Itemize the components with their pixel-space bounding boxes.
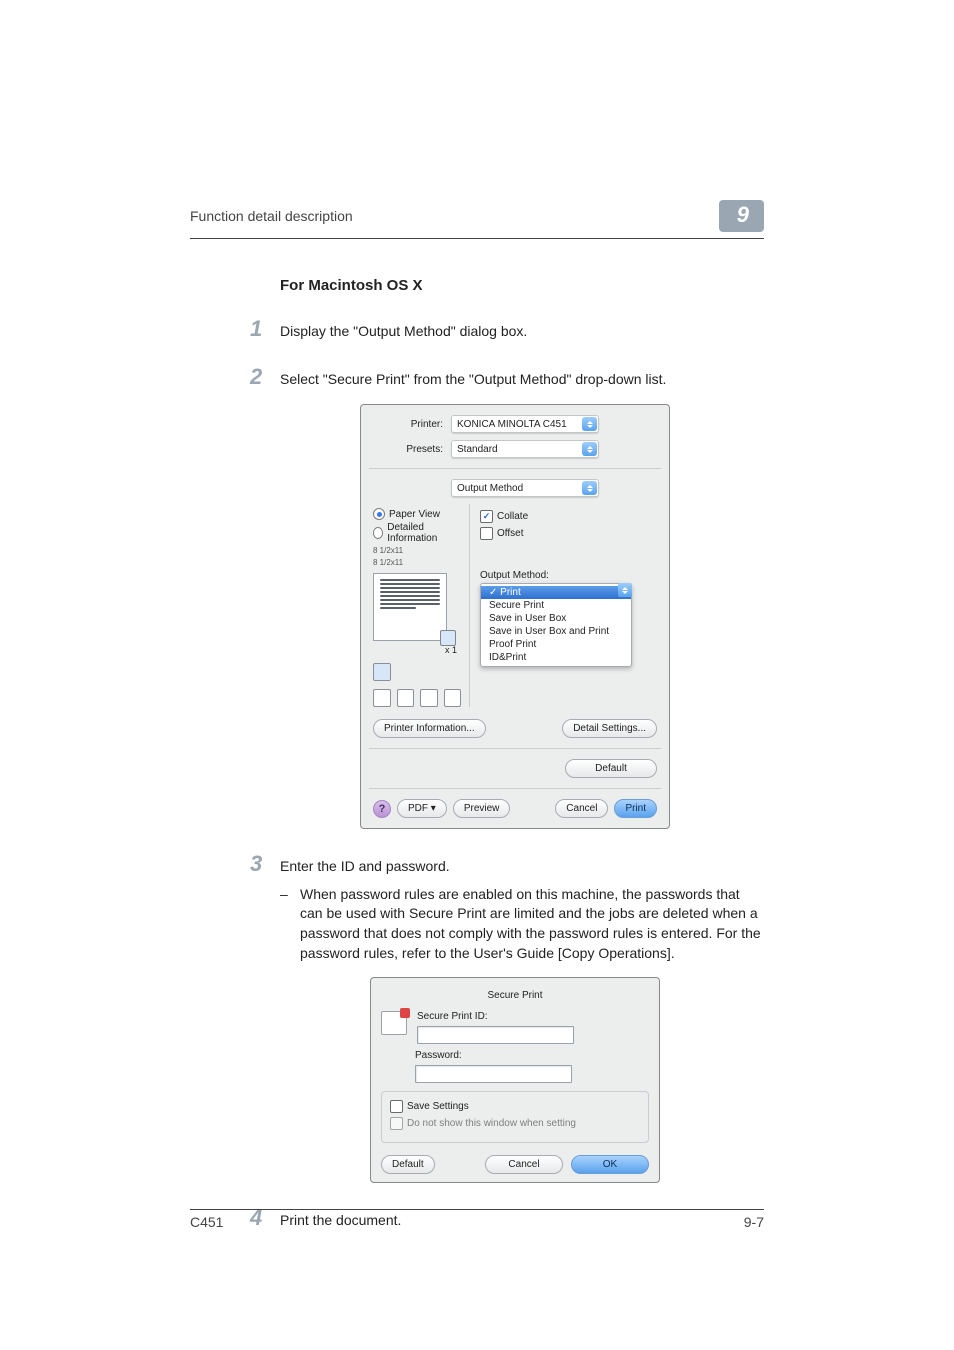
step-text: Select "Secure Print" from the "Output M… bbox=[280, 370, 666, 390]
preview-panel: Paper View Detailed Information 8 1/2x11… bbox=[373, 504, 461, 707]
menu-item-id-and-print[interactable]: ID&Print bbox=[481, 651, 631, 664]
step-number: 2 bbox=[250, 364, 280, 390]
dropdown-stepper-icon bbox=[618, 583, 632, 597]
checkbox-save-settings[interactable]: Save Settings bbox=[390, 1100, 640, 1113]
step-2: 2 Select "Secure Print" from the "Output… bbox=[250, 364, 764, 390]
default-button[interactable]: Default bbox=[381, 1155, 435, 1174]
pane-select[interactable]: Output Method bbox=[451, 479, 599, 497]
menu-item-save-user-box[interactable]: Save in User Box bbox=[481, 612, 631, 625]
feature-icon bbox=[444, 689, 462, 707]
password-label: Password: bbox=[415, 1050, 572, 1061]
radio-dot-icon bbox=[373, 508, 385, 520]
output-method-menu[interactable]: ✓ Print Secure Print Save in User Box Sa… bbox=[480, 583, 632, 667]
footer-page: 9-7 bbox=[744, 1214, 764, 1230]
secure-print-id-label: Secure Print ID: bbox=[417, 1011, 574, 1022]
checkbox-icon: ✓ bbox=[480, 510, 493, 523]
output-method-label: Output Method: bbox=[480, 570, 657, 581]
feature-icon bbox=[420, 689, 438, 707]
feature-icon bbox=[397, 689, 415, 707]
checkbox-collate[interactable]: ✓ Collate bbox=[480, 510, 657, 523]
cancel-button[interactable]: Cancel bbox=[485, 1155, 563, 1174]
printer-information-button[interactable]: Printer Information... bbox=[373, 719, 486, 738]
checkbox-icon bbox=[390, 1117, 403, 1130]
step-number: 3 bbox=[250, 851, 280, 877]
detail-settings-button[interactable]: Detail Settings... bbox=[562, 719, 657, 738]
radio-detailed-info[interactable]: Detailed Information bbox=[373, 522, 461, 544]
checkbox-offset[interactable]: Offset bbox=[480, 527, 657, 540]
radio-label: Detailed Information bbox=[387, 522, 461, 544]
ok-button[interactable]: OK bbox=[571, 1155, 649, 1174]
default-button[interactable]: Default bbox=[565, 759, 657, 778]
secure-print-id-input[interactable] bbox=[417, 1026, 574, 1044]
checkbox-label: Offset bbox=[497, 528, 524, 539]
radio-dot-icon bbox=[373, 527, 383, 539]
presets-label: Presets: bbox=[373, 444, 443, 455]
dropdown-stepper-icon bbox=[582, 417, 597, 431]
feature-icon bbox=[373, 689, 391, 707]
cancel-button[interactable]: Cancel bbox=[555, 799, 608, 818]
print-button[interactable]: Print bbox=[614, 799, 657, 818]
page-preview bbox=[373, 573, 447, 641]
feature-icon bbox=[373, 663, 391, 681]
step-text: Display the "Output Method" dialog box. bbox=[280, 322, 527, 342]
menu-item-save-user-box-and-print[interactable]: Save in User Box and Print bbox=[481, 625, 631, 638]
printer-select[interactable]: KONICA MINOLTA C451 bbox=[451, 415, 599, 433]
paper-dim-2: 8 1/2x11 bbox=[373, 558, 461, 568]
pane-value: Output Method bbox=[457, 483, 582, 494]
bullet-dash: – bbox=[280, 885, 300, 963]
radio-label: Paper View bbox=[389, 509, 440, 520]
checkbox-label: Collate bbox=[497, 511, 528, 522]
checkbox-label: Save Settings bbox=[407, 1101, 469, 1112]
running-section: Function detail description bbox=[190, 208, 353, 224]
step-text: Enter the ID and password. bbox=[280, 857, 764, 877]
step-3: 3 Enter the ID and password. – When pass… bbox=[250, 851, 764, 963]
dropdown-stepper-icon bbox=[582, 442, 597, 456]
menu-item-proof-print[interactable]: Proof Print bbox=[481, 638, 631, 651]
thumbnail-icon bbox=[440, 630, 456, 646]
dialog-output-method: Printer: KONICA MINOLTA C451 Presets: St… bbox=[360, 404, 670, 829]
printer-value: KONICA MINOLTA C451 bbox=[457, 419, 582, 430]
pdf-menu-button[interactable]: PDF ▾ bbox=[397, 799, 447, 818]
dropdown-stepper-icon bbox=[582, 481, 597, 495]
step-subtext: When password rules are enabled on this … bbox=[300, 885, 764, 963]
chapter-number-badge: 9 bbox=[719, 200, 764, 232]
preview-button[interactable]: Preview bbox=[453, 799, 511, 818]
checkbox-label: Do not show this window when setting bbox=[407, 1118, 576, 1129]
section-title: For Macintosh OS X bbox=[280, 277, 764, 294]
presets-value: Standard bbox=[457, 444, 582, 455]
secure-print-icon bbox=[381, 1011, 407, 1035]
help-icon[interactable]: ? bbox=[373, 800, 391, 818]
dialog-title: Secure Print bbox=[381, 984, 649, 1011]
menu-item-print[interactable]: ✓ Print bbox=[481, 586, 631, 599]
copies-x1: x 1 bbox=[373, 645, 461, 655]
menu-item-secure-print[interactable]: Secure Print bbox=[481, 599, 631, 612]
step-1: 1 Display the "Output Method" dialog box… bbox=[250, 316, 764, 342]
password-input[interactable] bbox=[415, 1065, 572, 1083]
presets-select[interactable]: Standard bbox=[451, 440, 599, 458]
printer-label: Printer: bbox=[373, 419, 443, 430]
paper-dim-1: 8 1/2x11 bbox=[373, 546, 461, 556]
radio-paper-view[interactable]: Paper View bbox=[373, 508, 461, 520]
dialog-secure-print: Secure Print Secure Print ID: Password: bbox=[370, 977, 660, 1183]
step-number: 1 bbox=[250, 316, 280, 342]
checkbox-icon bbox=[480, 527, 493, 540]
checkbox-do-not-show[interactable]: Do not show this window when setting bbox=[390, 1117, 640, 1130]
footer-model: C451 bbox=[190, 1214, 223, 1230]
checkbox-icon bbox=[390, 1100, 403, 1113]
